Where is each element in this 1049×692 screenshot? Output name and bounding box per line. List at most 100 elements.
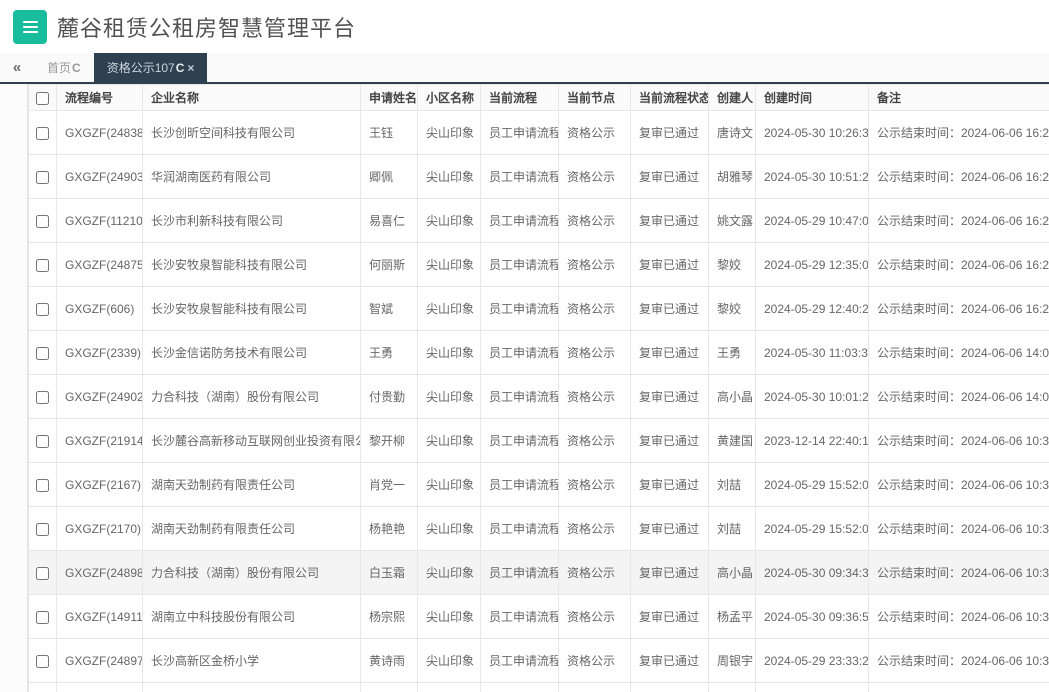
cell-company: 长沙金信诺防务技术有限公司 (142, 330, 361, 375)
row-checkbox[interactable] (36, 346, 49, 360)
cell-company: 湖南天劲制药有限责任公司 (142, 462, 361, 507)
cell-process: 员工申请流程 (480, 286, 559, 331)
cell-creator: 杨孟平 (708, 594, 756, 639)
row-checkbox-cell (28, 594, 57, 639)
row-checkbox[interactable] (36, 478, 49, 492)
cell-process: 员工申请流程 (480, 418, 559, 463)
cell-creator: 刘喆 (708, 462, 756, 507)
cell-node: 资格公示 (558, 638, 631, 683)
empty-cell (360, 682, 418, 692)
cell-applicant: 智斌 (360, 286, 418, 331)
refresh-icon[interactable]: C (72, 61, 81, 75)
row-checkbox[interactable] (36, 258, 49, 272)
empty-cell (755, 682, 869, 692)
table-row: GXGZF(24838) 长沙创昕空间科技有限公司 王钰 尖山印象 员工申请流程 资格公示… (28, 110, 1049, 155)
row-checkbox[interactable] (36, 390, 49, 404)
tab-qualification-publicity[interactable]: 资格公示107 C × (93, 53, 208, 82)
cell-node: 资格公示 (558, 330, 631, 375)
cell-community: 尖山印象 (417, 110, 481, 155)
row-checkbox[interactable] (36, 610, 49, 624)
table-wrap: 流程编号 企业名称 申请姓名 小区名称 当前流程 当前节点 当前流程状态 创建人 创建时间 备注 … (28, 84, 1049, 692)
cell-id: GXGZF(24902) (56, 374, 143, 419)
cell-process: 员工申请流程 (480, 638, 559, 683)
cell-created: 2024-05-29 12:40:28 (755, 286, 869, 331)
cell-created: 2024-05-29 15:52:03 (755, 506, 869, 551)
cell-creator: 周银宇 (708, 638, 756, 683)
cell-process: 员工申请流程 (480, 330, 559, 375)
cell-status: 复审已通过 (630, 594, 709, 639)
cell-applicant: 王钰 (360, 110, 418, 155)
cell-remark: 公示结束时间：2024-06-06 16:23:57 (868, 242, 1049, 287)
table-body: GXGZF(24838) 长沙创昕空间科技有限公司 王钰 尖山印象 员工申请流程 资格公示… (28, 110, 1049, 692)
collapse-sidebar-icon[interactable]: « (0, 53, 34, 82)
cell-applicant: 杨宗熙 (360, 594, 418, 639)
cell-company: 长沙市利新科技有限公司 (142, 198, 361, 243)
cell-remark: 公示结束时间：2024-06-06 16:23:46 (868, 286, 1049, 331)
cell-remark: 公示结束时间：2024-06-06 16:24:29 (868, 154, 1049, 199)
row-checkbox[interactable] (36, 522, 49, 536)
cell-community: 尖山印象 (417, 242, 481, 287)
empty-cell (56, 682, 143, 692)
table-row: GXGZF(2339) 长沙金信诺防务技术有限公司 王勇 尖山印象 员工申请流程 资格公示… (28, 330, 1049, 375)
cell-node: 资格公示 (558, 286, 631, 331)
cell-id: GXGZF(14911) (56, 594, 143, 639)
cell-creator: 黄建国 (708, 418, 756, 463)
close-icon[interactable]: × (187, 61, 194, 75)
row-checkbox-cell (28, 242, 57, 287)
cell-remark: 公示结束时间：2024-06-06 14:04:01 (868, 374, 1049, 419)
cell-applicant: 何丽斯 (360, 242, 418, 287)
cell-creator: 高小晶 (708, 550, 756, 595)
row-checkbox[interactable] (36, 654, 49, 668)
tab-home[interactable]: 首页 C (34, 53, 94, 82)
table-row: GXGZF(24898) 力合科技（湖南）股份有限公司 白玉霜 尖山印象 员工申请流程资… (28, 550, 1049, 595)
refresh-icon[interactable]: C (176, 61, 185, 75)
row-checkbox[interactable] (36, 302, 49, 316)
empty-cell (142, 682, 361, 692)
row-checkbox[interactable] (36, 214, 49, 228)
table-row-partial (28, 682, 1049, 692)
cell-id: GXGZF(606) (56, 286, 143, 331)
table-row: GXGZF(2170) 湖南天劲制药有限责任公司 杨艳艳 尖山印象 员工申请流程 资格公示… (28, 506, 1049, 551)
row-checkbox[interactable] (36, 566, 49, 580)
cell-status: 复审已通过 (630, 330, 709, 375)
cell-node: 资格公示 (558, 242, 631, 287)
cell-company: 长沙安牧泉智能科技有限公司 (142, 286, 361, 331)
cell-node: 资格公示 (558, 550, 631, 595)
cell-applicant: 白玉霜 (360, 550, 418, 595)
cell-applicant: 黎开柳 (360, 418, 418, 463)
empty-cell (417, 682, 481, 692)
cell-community: 尖山印象 (417, 154, 481, 199)
cell-applicant: 王勇 (360, 330, 418, 375)
cell-id: GXGZF(2167) (56, 462, 143, 507)
cell-community: 尖山印象 (417, 550, 481, 595)
cell-process: 员工申请流程 (480, 242, 559, 287)
table-row: GXGZF(24875) 长沙安牧泉智能科技有限公司 何丽斯 尖山印象 员工申请流程 资格… (28, 242, 1049, 287)
empty-cell (28, 682, 57, 692)
row-checkbox[interactable] (36, 434, 49, 448)
cell-status: 复审已通过 (630, 154, 709, 199)
row-checkbox-cell (28, 374, 57, 419)
column-header: 创建人 (708, 84, 756, 111)
select-all-checkbox[interactable] (36, 91, 49, 105)
cell-node: 资格公示 (558, 506, 631, 551)
row-checkbox-cell (28, 154, 57, 199)
cell-status: 复审已通过 (630, 242, 709, 287)
row-checkbox[interactable] (36, 170, 49, 184)
row-checkbox-cell (28, 638, 57, 683)
cell-creator: 黎姣 (708, 286, 756, 331)
tab-bar: « 首页 C 资格公示107 C × (0, 53, 1049, 84)
cell-company: 湖南立中科技股份有限公司 (142, 594, 361, 639)
column-header: 申请姓名 (360, 84, 418, 111)
row-checkbox[interactable] (36, 126, 49, 140)
table-row: GXGZF(21914) 长沙麓谷高新移动互联网创业投资有限公司 黎开柳 尖山印象 员工… (28, 418, 1049, 463)
cell-process: 员工申请流程 (480, 506, 559, 551)
cell-node: 资格公示 (558, 110, 631, 155)
cell-id: GXGZF(11210) (56, 198, 143, 243)
cell-created: 2024-05-29 10:47:04 (755, 198, 869, 243)
column-header: 备注 (868, 84, 1049, 111)
empty-cell (558, 682, 631, 692)
table-row: GXGZF(24903) 华润湖南医药有限公司 卿佩 尖山印象 员工申请流程 资格公示 复审… (28, 154, 1049, 199)
tab-qualification-publicity-label: 资格公示107 (106, 61, 175, 75)
menu-icon[interactable] (13, 9, 47, 44)
cell-status: 复审已通过 (630, 374, 709, 419)
